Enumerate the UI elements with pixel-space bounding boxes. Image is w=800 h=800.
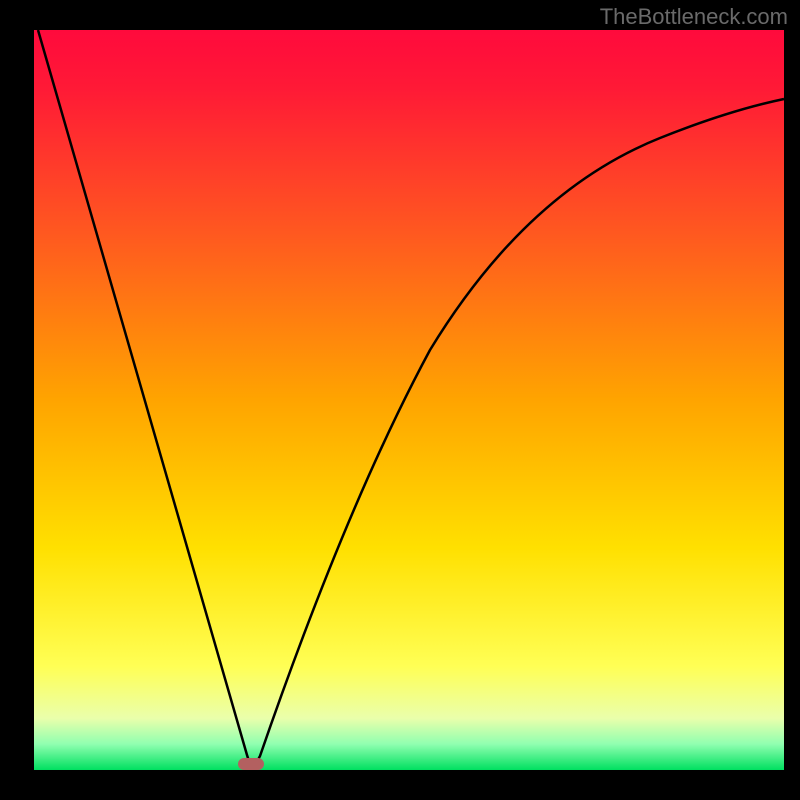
plot-area — [34, 30, 784, 770]
attribution-label: TheBottleneck.com — [600, 4, 788, 30]
valley-marker — [238, 758, 264, 770]
bottleneck-chart — [0, 0, 800, 800]
